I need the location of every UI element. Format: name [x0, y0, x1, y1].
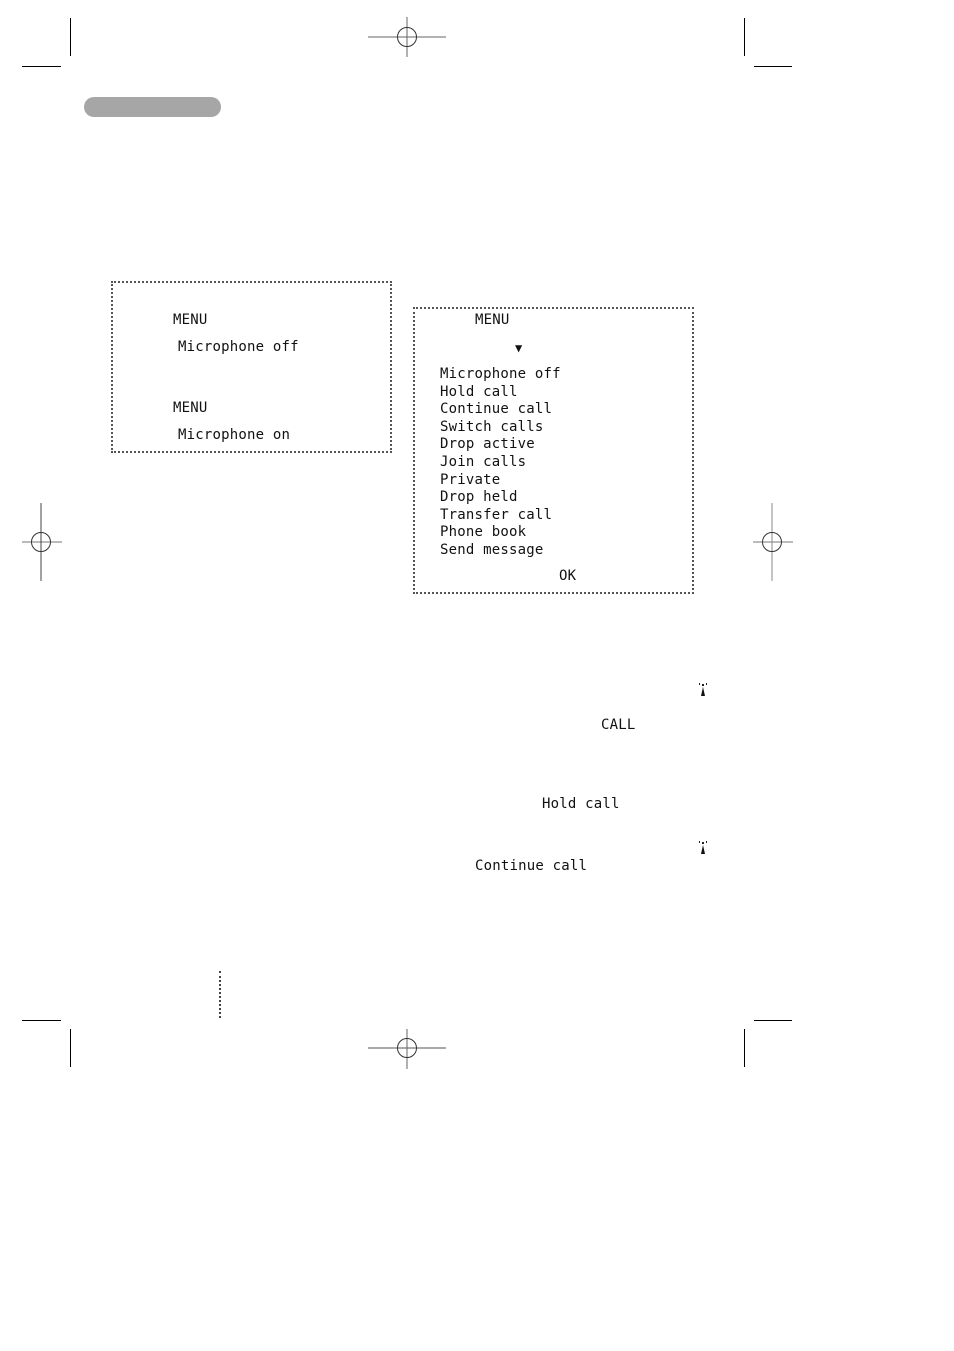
antenna-icon — [699, 683, 707, 696]
display-line-microphone-off: Microphone off — [178, 339, 299, 355]
label-call: CALL — [601, 717, 636, 733]
menu-item[interactable]: Send message — [440, 542, 561, 560]
registration-mark-left — [22, 503, 62, 581]
crop-mark-bottom-left-vertical — [70, 1029, 71, 1067]
menu-item[interactable]: Continue call — [440, 401, 561, 419]
crop-mark-bottom-left-horizontal — [22, 1020, 61, 1021]
menu-item[interactable]: Private — [440, 472, 561, 490]
menu-list: Microphone off Hold call Continue call Swit… — [440, 366, 561, 560]
display-line-microphone-on: Microphone on — [178, 427, 291, 443]
crop-mark-bottom-right-horizontal — [754, 1020, 792, 1021]
menu-item[interactable]: Drop held — [440, 489, 561, 507]
registration-mark-top — [368, 17, 446, 57]
crop-mark-bottom-right-vertical — [744, 1029, 745, 1067]
display-microphone-toggle: MENU Microphone off MENU Microphone on — [111, 281, 392, 453]
display-title-menu: MENU — [173, 312, 208, 328]
label-continue-call: Continue call — [475, 858, 588, 874]
section-header-bar — [84, 97, 221, 117]
menu-item[interactable]: Microphone off — [440, 366, 561, 384]
menu-item[interactable]: Drop active — [440, 436, 561, 454]
menu-item[interactable]: Hold call — [440, 384, 561, 402]
softkey-ok[interactable]: OK — [559, 568, 576, 586]
crop-mark-top-left-vertical — [70, 18, 71, 56]
crop-mark-top-left-horizontal — [22, 66, 61, 67]
menu-item[interactable]: Switch calls — [440, 419, 561, 437]
menu-item[interactable]: Transfer call — [440, 507, 561, 525]
crop-mark-top-right-horizontal — [754, 66, 792, 67]
registration-mark-right — [753, 503, 793, 581]
display-call-menu: MENU ▼ Microphone off Hold call Continue c… — [413, 307, 694, 594]
label-hold-call: Hold call — [542, 796, 620, 812]
antenna-icon — [699, 841, 707, 854]
display-title-menu: MENU — [173, 400, 208, 416]
display-title-menu: MENU — [475, 312, 510, 328]
menu-item[interactable]: Join calls — [440, 454, 561, 472]
crop-mark-top-right-vertical — [744, 18, 745, 56]
scroll-down-indicator-icon: ▼ — [515, 341, 523, 355]
registration-mark-bottom — [368, 1029, 446, 1069]
menu-item[interactable]: Phone book — [440, 524, 561, 542]
dotted-divider — [219, 971, 221, 1018]
